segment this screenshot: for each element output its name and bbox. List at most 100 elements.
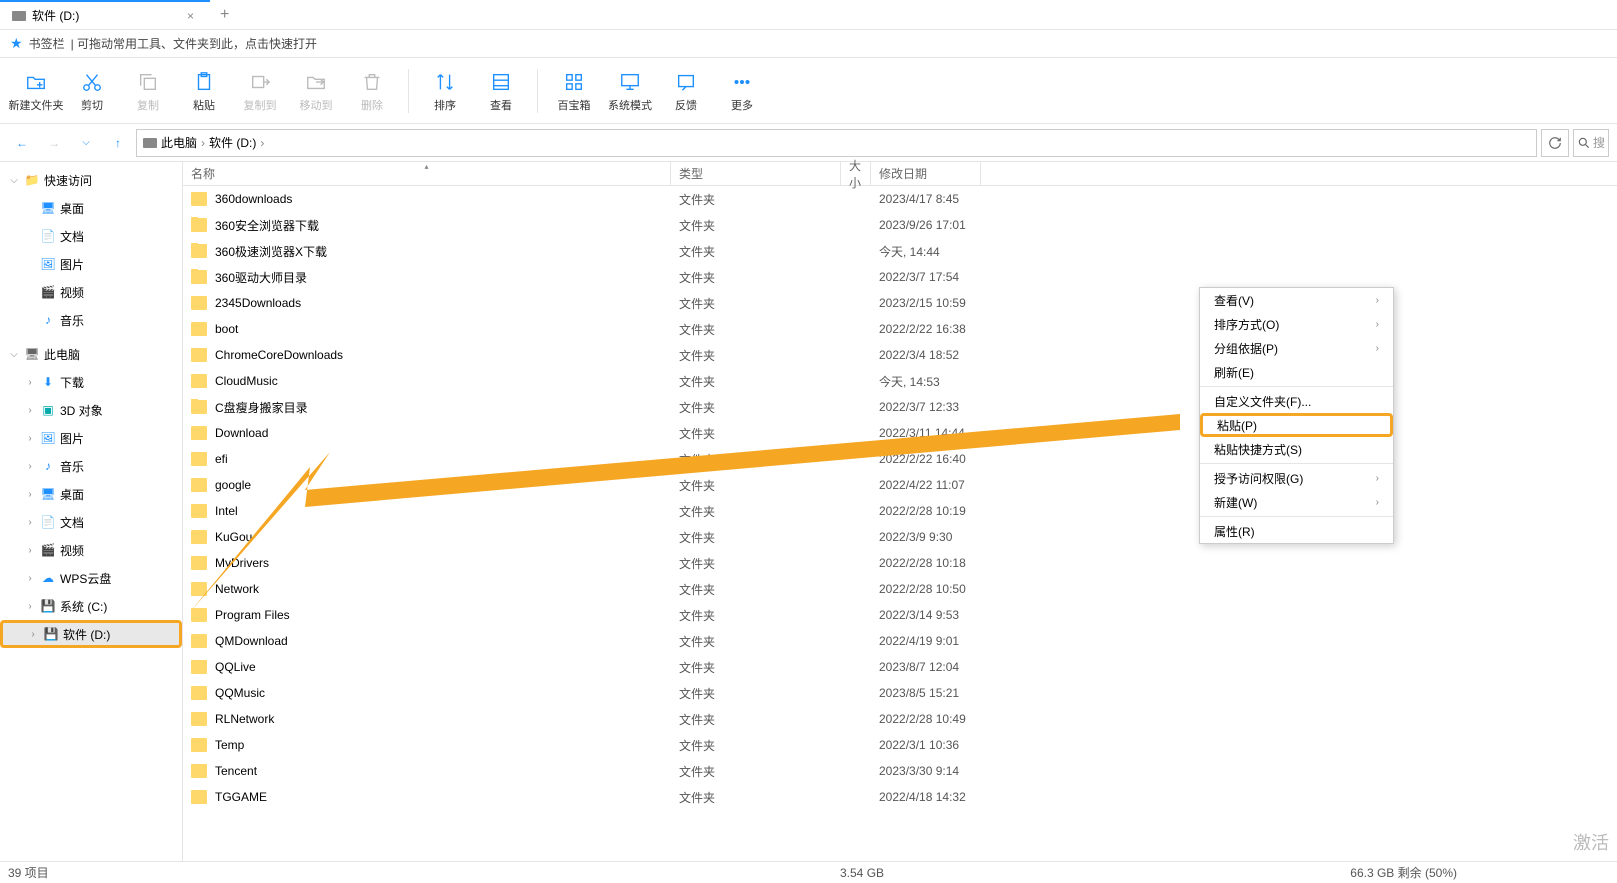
sysmode-button[interactable]: 系统模式 xyxy=(602,62,658,120)
breadcrumb-drive[interactable]: 软件 (D:) xyxy=(209,134,256,151)
file-row[interactable]: KuGou文件夹2022/3/9 9:30 xyxy=(183,524,1617,550)
file-row[interactable]: 360驱动大师目录文件夹2022/3/7 17:54 xyxy=(183,264,1617,290)
file-row[interactable]: Temp文件夹2022/3/1 10:36 xyxy=(183,732,1617,758)
ctx-group[interactable]: 分组依据(P)› xyxy=(1200,336,1393,360)
file-name: 360极速浏览器X下载 xyxy=(215,243,327,260)
file-name-cell: C盘瘦身搬家目录 xyxy=(183,399,671,416)
tree-drive-c[interactable]: ›💾系统 (C:) xyxy=(0,592,182,620)
ctx-new[interactable]: 新建(W)› xyxy=(1200,490,1393,514)
tree-videos[interactable]: 🎬视频 xyxy=(0,278,182,306)
ctx-customize[interactable]: 自定义文件夹(F)... xyxy=(1200,389,1393,413)
folder-icon xyxy=(191,348,207,362)
tree-docs2[interactable]: ›📄文档 xyxy=(0,508,182,536)
ctx-props[interactable]: 属性(R) xyxy=(1200,519,1393,543)
file-type-cell: 文件夹 xyxy=(671,399,841,416)
file-date-cell: 2022/4/18 14:32 xyxy=(871,790,1081,804)
refresh-button[interactable] xyxy=(1541,129,1569,157)
file-date-cell: 今天, 14:44 xyxy=(871,243,1081,260)
ctx-refresh[interactable]: 刷新(E) xyxy=(1200,360,1393,384)
file-body[interactable]: 360downloads文件夹2023/4/17 8:45360安全浏览器下载文… xyxy=(183,186,1617,861)
add-tab-button[interactable]: + xyxy=(210,6,239,24)
file-row[interactable]: QQLive文件夹2023/8/7 12:04 xyxy=(183,654,1617,680)
tree-docs[interactable]: 📄文档 xyxy=(0,222,182,250)
file-row[interactable]: 2345Downloads文件夹2023/2/15 10:59 xyxy=(183,290,1617,316)
file-row[interactable]: QMDownload文件夹2022/4/19 9:01 xyxy=(183,628,1617,654)
tree-pics[interactable]: 🖼图片 xyxy=(0,250,182,278)
col-type[interactable]: 类型 xyxy=(671,162,841,185)
view-button[interactable]: 查看 xyxy=(473,62,529,120)
file-row[interactable]: 360极速浏览器X下载文件夹今天, 14:44 xyxy=(183,238,1617,264)
file-row[interactable]: CloudMusic文件夹今天, 14:53 xyxy=(183,368,1617,394)
file-row[interactable]: RLNetwork文件夹2022/2/28 10:49 xyxy=(183,706,1617,732)
file-row[interactable]: ChromeCoreDownloads文件夹2022/3/4 18:52 xyxy=(183,342,1617,368)
nav-back-button[interactable]: ← xyxy=(8,129,36,157)
file-row[interactable]: Program Files文件夹2022/3/14 9:53 xyxy=(183,602,1617,628)
file-row[interactable]: google文件夹2022/4/22 11:07 xyxy=(183,472,1617,498)
ctx-paste[interactable]: 粘贴(P) xyxy=(1200,413,1393,437)
feedback-button[interactable]: 反馈 xyxy=(658,62,714,120)
folder-icon xyxy=(191,192,207,206)
tree-videos2[interactable]: ›🎬视频 xyxy=(0,536,182,564)
file-row[interactable]: 360安全浏览器下载文件夹2023/9/26 17:01 xyxy=(183,212,1617,238)
breadcrumb[interactable]: 此电脑 › 软件 (D:) › xyxy=(136,129,1537,157)
tree-this-pc[interactable]: ⌵ 🖥 此电脑 xyxy=(0,340,182,368)
ctx-paste-shortcut[interactable]: 粘贴快捷方式(S) xyxy=(1200,437,1393,461)
close-tab-icon[interactable]: × xyxy=(183,7,198,25)
more-button[interactable]: 更多 xyxy=(714,62,770,120)
ctx-view[interactable]: 查看(V)› xyxy=(1200,288,1393,312)
tab-software-d[interactable]: 软件 (D:) × xyxy=(0,0,210,29)
search-box[interactable]: 搜 xyxy=(1573,129,1609,157)
nav-forward-button[interactable]: → xyxy=(40,129,68,157)
file-name: Tencent xyxy=(215,764,257,778)
caret-right-icon: › xyxy=(24,545,36,556)
delete-button[interactable]: 删除 xyxy=(344,62,400,120)
new-folder-button[interactable]: 新建文件夹 xyxy=(8,62,64,120)
pics-icon: 🖼 xyxy=(40,256,56,272)
tree-desktop2[interactable]: ›🖥桌面 xyxy=(0,480,182,508)
breadcrumb-pc[interactable]: 此电脑 xyxy=(161,134,197,151)
file-row[interactable]: 360downloads文件夹2023/4/17 8:45 xyxy=(183,186,1617,212)
paste-button[interactable]: 粘贴 xyxy=(176,62,232,120)
tree-drive-d[interactable]: ›💾软件 (D:) xyxy=(0,620,182,648)
col-date[interactable]: 修改日期 xyxy=(871,162,981,185)
file-name-cell: Download xyxy=(183,426,671,440)
file-row[interactable]: Download文件夹2022/3/11 14:44 xyxy=(183,420,1617,446)
col-size[interactable]: 大小 xyxy=(841,162,871,185)
file-row[interactable]: TGGAME文件夹2022/4/18 14:32 xyxy=(183,784,1617,810)
tree-wps[interactable]: ›☁WPS云盘 xyxy=(0,564,182,592)
tree-desktop[interactable]: 🖥桌面 xyxy=(0,194,182,222)
nav-up-button[interactable]: ↑ xyxy=(104,129,132,157)
ctx-grant[interactable]: 授予访问权限(G)› xyxy=(1200,466,1393,490)
col-name[interactable]: ▴名称 xyxy=(183,162,671,185)
copy-to-button[interactable]: 复制到 xyxy=(232,62,288,120)
tree-music[interactable]: ♪音乐 xyxy=(0,306,182,334)
pc-icon: 🖥 xyxy=(24,346,40,362)
tree-music2[interactable]: ›♪音乐 xyxy=(0,452,182,480)
file-name: Download xyxy=(215,426,268,440)
tree-downloads[interactable]: ›⬇下载 xyxy=(0,368,182,396)
copy-button[interactable]: 复制 xyxy=(120,62,176,120)
nav-tree[interactable]: ⌵ 📁 快速访问 🖥桌面 📄文档 🖼图片 🎬视频 ♪音乐 ⌵ 🖥 此电脑 ›⬇下… xyxy=(0,162,183,861)
file-row[interactable]: MyDrivers文件夹2022/2/28 10:18 xyxy=(183,550,1617,576)
file-row[interactable]: efi文件夹2022/2/22 16:40 xyxy=(183,446,1617,472)
tree-quick-access[interactable]: ⌵ 📁 快速访问 xyxy=(0,166,182,194)
toolbar-separator xyxy=(537,69,538,113)
cut-button[interactable]: 剪切 xyxy=(64,62,120,120)
move-to-button[interactable]: 移动到 xyxy=(288,62,344,120)
file-row[interactable]: boot文件夹2022/2/22 16:38 xyxy=(183,316,1617,342)
tree-pics2[interactable]: ›🖼图片 xyxy=(0,424,182,452)
file-row[interactable]: Intel文件夹2022/2/28 10:19 xyxy=(183,498,1617,524)
nav-history-button[interactable]: ⌵ xyxy=(72,129,100,157)
tree-3d[interactable]: ›▣3D 对象 xyxy=(0,396,182,424)
file-type-cell: 文件夹 xyxy=(671,295,841,312)
file-row[interactable]: QQMusic文件夹2023/8/5 15:21 xyxy=(183,680,1617,706)
file-row[interactable]: C盘瘦身搬家目录文件夹2022/3/7 12:33 xyxy=(183,394,1617,420)
toolbox-button[interactable]: 百宝箱 xyxy=(546,62,602,120)
ctx-sort[interactable]: 排序方式(O)› xyxy=(1200,312,1393,336)
status-count: 39 项目 xyxy=(8,864,49,881)
file-name: google xyxy=(215,478,251,492)
sort-button[interactable]: 排序 xyxy=(417,62,473,120)
docs-icon: 📄 xyxy=(40,228,56,244)
file-row[interactable]: Network文件夹2022/2/28 10:50 xyxy=(183,576,1617,602)
file-row[interactable]: Tencent文件夹2023/3/30 9:14 xyxy=(183,758,1617,784)
